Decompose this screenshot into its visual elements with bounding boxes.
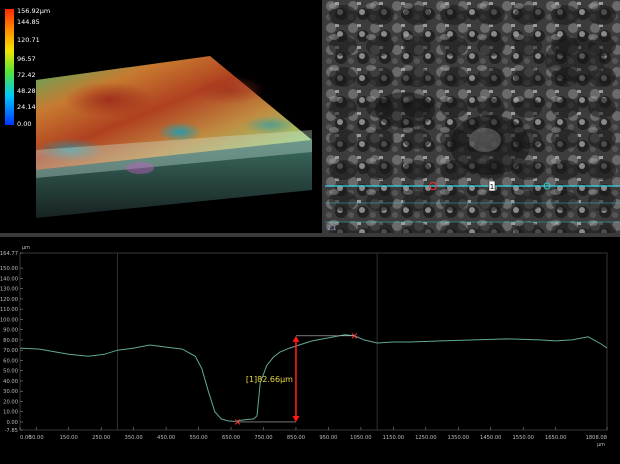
y-tick-label: 110.00 (0, 307, 18, 313)
surface-3d-render (35, 56, 312, 218)
x-tick-label: 1250.00 (415, 435, 436, 441)
colorbar-tick-label: 144.85 (17, 18, 40, 26)
surface-texture-image: 1 2.1 (325, 0, 620, 233)
y-tick-label: 140.00 (0, 276, 18, 282)
scale-label: 2.1 (327, 225, 337, 232)
x-tick-label: 850.00 (287, 435, 305, 441)
axis-units: µm µm (22, 245, 605, 448)
surface-3d-view[interactable]: 156.92µm 144.85 120.71 96.57 72.42 48.28… (0, 0, 322, 233)
colorbar-tick-label: 0.00 (17, 120, 32, 128)
colorbar-tick-label: 72.42 (17, 71, 36, 79)
y-tick-label: 164.77 (0, 251, 18, 257)
colorbar-tick-label: 96.57 (17, 55, 36, 63)
y-tick-label: 120.00 (0, 297, 18, 303)
x-tick-label: 1450.00 (480, 435, 501, 441)
profile-series (19, 333, 608, 425)
cut-marker-label: 1 (490, 183, 494, 191)
height-measurement: [1]82.66µm (237, 335, 355, 423)
profile-line (19, 334, 608, 422)
y-tick-label: 20.00 (3, 399, 18, 405)
y-tick-label: 100.00 (0, 317, 18, 323)
y-axis-ticks: 164.77 150.00 140.00 130.00 120.00 110.00 100.… (0, 251, 18, 434)
colorbar-tick-label: 48.28 (17, 87, 36, 95)
y-tick-label: 10.00 (3, 410, 18, 416)
colorbar-tick-label: 120.71 (17, 36, 40, 44)
y-tick-label: 130.00 (0, 287, 18, 293)
x-tick-label: 1808.08 (586, 435, 607, 441)
x-tick-label: 550.00 (189, 435, 207, 441)
measurement-value: [1]82.66µm (246, 375, 293, 384)
x-tick-label: 1350.00 (448, 435, 469, 441)
x-tick-label: 450.00 (157, 435, 175, 441)
y-tick-label: 60.00 (3, 358, 18, 364)
x-tick-label: 650.00 (222, 435, 240, 441)
y-tick-label: 70.00 (3, 348, 18, 354)
measure-arrow-head-bottom (292, 415, 300, 422)
x-unit-label: µm (597, 442, 605, 448)
x-tick-label: 50.00 (29, 435, 44, 441)
colorbar-tick-label: 24.14 (17, 103, 36, 111)
x-tick-label: 1550.00 (512, 435, 533, 441)
y-tick-label: 150.00 (0, 266, 18, 272)
colorbar-tick-label: 156.92µm (17, 7, 51, 15)
x-tick-label: 950.00 (319, 435, 337, 441)
y-tick-label: 30.00 (3, 389, 18, 395)
y-tick-label: -7.85 (5, 428, 18, 434)
x-tick-label: 1650.00 (545, 435, 566, 441)
y-tick-label: 80.00 (3, 338, 18, 344)
y-unit-label: µm (22, 245, 30, 251)
color-scale-bar (5, 9, 14, 125)
optical-image-view[interactable]: 1 2.1 (325, 0, 620, 233)
plot-frame (19, 252, 608, 431)
y-tick-label: 90.00 (3, 328, 18, 334)
x-axis-ticks: 0.0050.00 150.00 250.00 350.00 450.00 550.00 6… (20, 435, 607, 441)
chart-grid (19, 252, 608, 431)
profile-chart: 164.77 150.00 140.00 130.00 120.00 110.00 100.… (0, 245, 608, 448)
x-tick-label: 750.00 (254, 435, 272, 441)
x-tick-label: 350.00 (125, 435, 143, 441)
y-tick-label: 50.00 (3, 369, 18, 375)
measure-arrow-head-top (292, 335, 300, 342)
y-tick-label: 0.00 (6, 420, 18, 426)
x-tick-label: 1150.00 (383, 435, 404, 441)
y-tick-label: 40.00 (3, 379, 18, 385)
x-tick-label: 1050.00 (350, 435, 371, 441)
x-tick-label: 150.00 (60, 435, 78, 441)
x-tick-label: 250.00 (92, 435, 110, 441)
profile-chart-panel[interactable]: 164.77 150.00 140.00 130.00 120.00 110.00 100.… (0, 237, 620, 464)
